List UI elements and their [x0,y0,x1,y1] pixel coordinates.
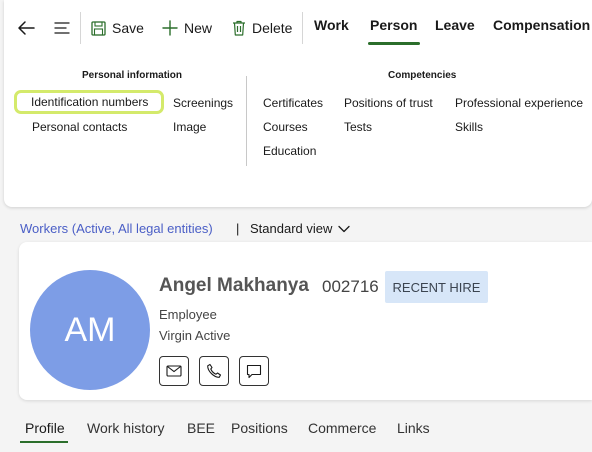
status-badge: RECENT HIRE [385,271,488,303]
call-button[interactable] [199,356,229,386]
toolbar-divider [302,12,303,44]
tab-positions[interactable]: Positions [231,419,288,437]
save-button[interactable]: Save [91,17,144,39]
action-pane: Save New Delete Work Person Leave Compen… [4,0,592,207]
menu-item-education[interactable]: Education [263,142,316,160]
toolbar-divider [80,12,81,44]
arrow-left-icon [18,21,35,35]
new-label: New [184,20,213,36]
menu-item-courses[interactable]: Courses [263,118,308,136]
worker-id: 002716 [322,277,379,296]
delete-label: Delete [252,20,293,36]
chat-button[interactable] [239,356,269,386]
hamburger-icon [54,22,70,34]
worker-type: Employee [159,307,217,322]
breadcrumb-separator: | [236,221,240,236]
menu-item-professional-experience[interactable]: Professional experience [455,94,583,112]
tab-commerce[interactable]: Commerce [308,419,376,437]
avatar: AM [30,270,150,390]
plus-icon [162,20,178,36]
email-button[interactable] [159,356,189,386]
back-button[interactable] [12,14,40,42]
view-selector[interactable]: Standard view [250,220,351,238]
active-bottom-tab-indicator [20,441,68,443]
worker-name: Angel Makhanya [159,275,309,296]
delete-button[interactable]: Delete [232,17,292,39]
menu-item-image[interactable]: Image [173,118,206,136]
group-title-personal-information: Personal information [82,70,183,81]
avatar-initials: AM [64,310,116,349]
menu-item-certificates[interactable]: Certificates [263,94,323,112]
menu-item-personal-contacts[interactable]: Personal contacts [32,118,127,136]
tab-links[interactable]: Links [397,419,430,437]
save-icon [91,20,106,36]
menu-button[interactable] [48,14,76,42]
tab-work[interactable]: Work [314,17,349,39]
mail-icon [166,365,182,377]
view-selector-label: Standard view [250,221,333,236]
save-label: Save [112,20,144,36]
menu-item-identification-numbers[interactable]: Identification numbers [13,90,165,114]
trash-icon [233,20,245,36]
menu-item-positions-of-trust[interactable]: Positions of trust [344,94,433,112]
toolbar: Save New Delete Work Person Leave Compen… [4,0,592,56]
group-divider [246,76,247,166]
tab-compensation[interactable]: Compensation [493,17,590,39]
chevron-down-icon [338,225,351,233]
chat-icon [246,364,262,378]
menu-item-screenings[interactable]: Screenings [173,94,233,112]
breadcrumb-workers-link[interactable]: Workers (Active, All legal entities) [20,220,213,238]
tab-person[interactable]: Person [370,17,417,39]
active-tab-indicator [368,42,420,45]
menu-item-skills[interactable]: Skills [455,118,483,136]
tab-bee[interactable]: BEE [187,419,215,437]
tab-profile[interactable]: Profile [25,419,65,437]
new-button[interactable]: New [162,17,212,39]
worker-company: Virgin Active [159,328,231,343]
tab-leave[interactable]: Leave [435,17,475,39]
menu-item-tests[interactable]: Tests [344,118,372,136]
tab-work-history[interactable]: Work history [87,419,165,437]
phone-icon [207,363,222,378]
group-title-competencies: Competencies [388,70,457,81]
